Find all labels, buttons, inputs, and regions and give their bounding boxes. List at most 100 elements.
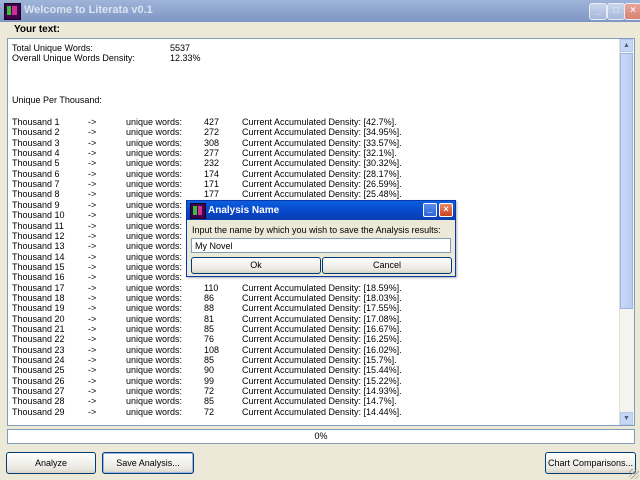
- arrow-text: ->: [88, 334, 97, 345]
- analyze-button[interactable]: Analyze: [6, 452, 96, 474]
- minimize-button[interactable]: _: [589, 3, 607, 20]
- unique-words-label: unique words:: [126, 292, 183, 303]
- unique-words-value: 272: [204, 127, 220, 138]
- accumulated-density: Current Accumulated Density: [14.44%].: [242, 406, 402, 417]
- thousand-row: Thousand 27 -> unique words: 72 Current Accu…: [12, 386, 612, 396]
- thousand-row: Thousand 23 -> unique words: 108 Current Acc…: [12, 345, 612, 355]
- thousand-row: Thousand 20 -> unique words: 81 Current Accu…: [12, 314, 612, 324]
- thousand-label: Thousand 25: [12, 365, 65, 376]
- arrow-text: ->: [88, 375, 97, 386]
- thousand-label: Thousand 17: [12, 282, 65, 293]
- thousand-label: Thousand 22: [12, 334, 65, 345]
- thousand-label: Thousand 4: [12, 148, 60, 159]
- unique-words-label: unique words:: [126, 282, 183, 293]
- accumulated-density: Current Accumulated Density: [26.59%].: [242, 179, 402, 190]
- analysis-name-input[interactable]: [191, 238, 451, 253]
- unique-words-label: unique words:: [126, 199, 183, 210]
- arrow-text: ->: [88, 199, 97, 210]
- scroll-up-button[interactable]: ▲: [620, 39, 633, 52]
- unique-words-label: unique words:: [126, 303, 183, 314]
- unique-words-value: 81: [204, 313, 215, 324]
- close-button[interactable]: ×: [624, 3, 640, 20]
- accumulated-density: Current Accumulated Density: [16.25%].: [242, 334, 402, 345]
- arrow-text: ->: [88, 117, 97, 127]
- thousand-label: Thousand 6: [12, 168, 60, 179]
- unique-words-label: unique words:: [126, 210, 183, 221]
- unique-words-label: unique words:: [126, 168, 183, 179]
- unique-words-label: unique words:: [126, 117, 183, 127]
- accumulated-density: Current Accumulated Density: [15.7%].: [242, 355, 397, 366]
- unique-words-label: unique words:: [126, 313, 183, 324]
- thousand-label: Thousand 24: [12, 355, 65, 366]
- thousand-label: Thousand 9: [12, 199, 60, 210]
- per-thousand-label: Unique Per Thousand:: [12, 95, 102, 105]
- total-label: Total Unique Words:: [12, 43, 93, 53]
- minimize-icon: _: [595, 5, 601, 16]
- arrow-text: ->: [88, 220, 97, 231]
- arrow-text: ->: [88, 386, 97, 397]
- resize-grip[interactable]: [629, 469, 639, 479]
- accumulated-density: Current Accumulated Density: [34.95%].: [242, 127, 402, 138]
- thousand-row: Thousand 29 -> unique words: 72 Current Accu…: [12, 407, 612, 417]
- arrow-text: ->: [88, 241, 97, 252]
- unique-words-value: 90: [204, 365, 215, 376]
- vertical-scrollbar[interactable]: ▲ ▼: [619, 39, 634, 425]
- thousand-label: Thousand 1: [12, 117, 60, 127]
- scroll-down-button[interactable]: ▼: [620, 412, 633, 425]
- arrow-text: ->: [88, 158, 97, 169]
- density-value: 12.33%: [170, 53, 201, 63]
- accumulated-density: Current Accumulated Density: [18.59%].: [242, 282, 402, 293]
- arrow-text: ->: [88, 261, 97, 272]
- arrow-text: ->: [88, 313, 97, 324]
- unique-words-value: 99: [204, 375, 215, 386]
- app-icon[interactable]: [4, 3, 21, 20]
- thousand-label: Thousand 12: [12, 230, 65, 241]
- unique-words-label: unique words:: [126, 148, 183, 159]
- unique-words-value: 85: [204, 355, 215, 366]
- thousand-row: Thousand 5 -> unique words: 232 Current Accu…: [12, 158, 612, 168]
- accumulated-density: Current Accumulated Density: [42.7%].: [242, 117, 397, 127]
- main-title-bar[interactable]: Welcome to Literata v0.1 _ □ ×: [0, 0, 640, 22]
- arrow-text: ->: [88, 303, 97, 314]
- unique-words-label: unique words:: [126, 158, 183, 169]
- thousand-label: Thousand 29: [12, 406, 65, 417]
- arrow-text: ->: [88, 406, 97, 417]
- accumulated-density: Current Accumulated Density: [14.93%].: [242, 386, 402, 397]
- unique-words-value: 108: [204, 344, 220, 355]
- minimize-icon: _: [427, 204, 433, 214]
- density-label: Overall Unique Words Density:: [12, 53, 135, 63]
- unique-words-label: unique words:: [126, 375, 183, 386]
- thousand-row: Thousand 21 -> unique words: 85 Current Accu…: [12, 324, 612, 334]
- unique-words-value: 171: [204, 179, 220, 190]
- arrow-text: ->: [88, 137, 97, 148]
- close-icon: ×: [443, 204, 449, 214]
- unique-words-label: unique words:: [126, 179, 183, 190]
- dialog-close-button[interactable]: ×: [439, 203, 453, 217]
- ok-button[interactable]: Ok: [191, 257, 321, 274]
- thousand-row: Thousand 4 -> unique words: 277 Current Accu…: [12, 148, 612, 158]
- maximize-button[interactable]: □: [607, 3, 625, 20]
- dialog-title-bar[interactable]: Analysis Name _ ×: [187, 201, 455, 220]
- unique-words-value: 232: [204, 158, 220, 169]
- thousand-row: Thousand 24 -> unique words: 85 Current Accu…: [12, 355, 612, 365]
- cancel-button[interactable]: Cancel: [322, 257, 452, 274]
- dialog-minimize-button[interactable]: _: [423, 203, 437, 217]
- thousand-label: Thousand 20: [12, 313, 65, 324]
- unique-words-label: unique words:: [126, 241, 183, 252]
- thousand-label: Thousand 27: [12, 386, 65, 397]
- thousand-row: Thousand 22 -> unique words: 76 Current Accu…: [12, 334, 612, 344]
- unique-words-value: 427: [204, 117, 220, 127]
- scroll-thumb[interactable]: [620, 53, 633, 309]
- unique-words-label: unique words:: [126, 355, 183, 366]
- unique-words-value: 72: [204, 386, 215, 397]
- unique-words-label: unique words:: [126, 137, 183, 148]
- unique-words-value: 277: [204, 148, 220, 159]
- arrow-text: ->: [88, 148, 97, 159]
- unique-words-label: unique words:: [126, 220, 183, 231]
- thousand-row: Thousand 8 -> unique words: 177 Current Accu…: [12, 189, 612, 199]
- thousand-label: Thousand 26: [12, 375, 65, 386]
- save-analysis-button[interactable]: Save Analysis...: [102, 452, 194, 474]
- dialog-app-icon: [190, 203, 206, 219]
- chart-comparisons-button[interactable]: Chart Comparisons...: [545, 452, 636, 474]
- maximize-icon: □: [612, 5, 620, 16]
